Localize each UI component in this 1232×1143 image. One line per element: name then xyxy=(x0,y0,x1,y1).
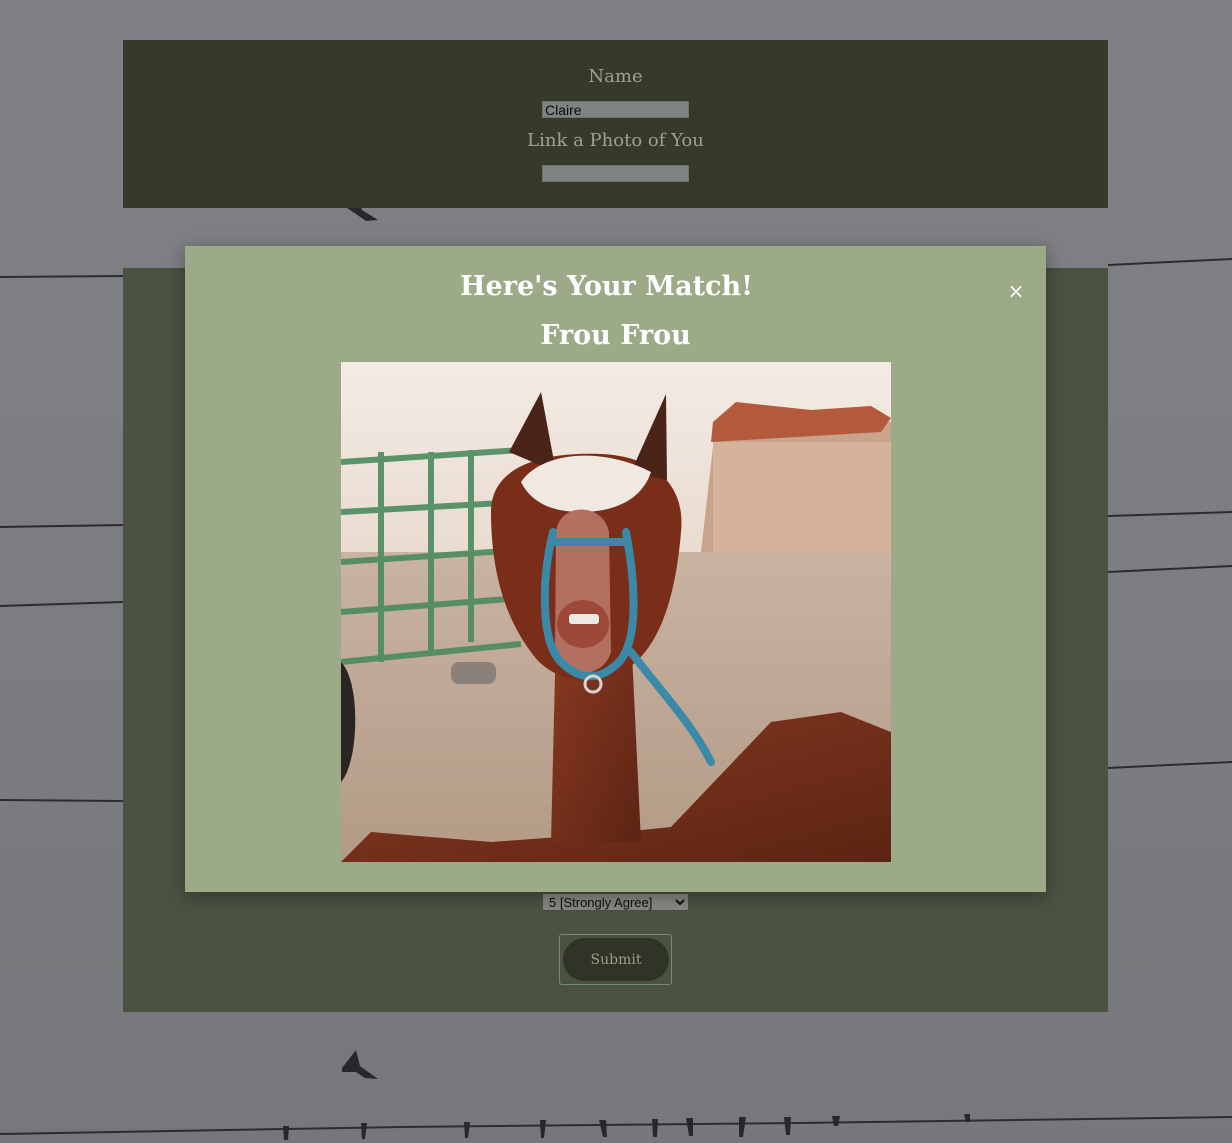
photo-link-label: Link a Photo of You xyxy=(527,130,704,151)
alpaca-photo xyxy=(341,362,891,862)
submit-button-outline: Submit xyxy=(559,934,672,985)
profile-form-panel: Name Link a Photo of You xyxy=(123,40,1108,208)
match-modal: Here's Your Match! × Frou Frou xyxy=(185,246,1046,892)
answer-select[interactable]: 5 [Strongly Agree] xyxy=(542,893,689,911)
submit-button[interactable]: Submit xyxy=(563,938,669,981)
modal-title: Here's Your Match! xyxy=(460,271,753,302)
photo-link-input[interactable] xyxy=(542,165,689,182)
match-name: Frou Frou xyxy=(540,320,691,351)
name-input[interactable] xyxy=(542,101,689,118)
close-icon[interactable]: × xyxy=(1005,280,1027,302)
name-label: Name xyxy=(588,66,643,87)
